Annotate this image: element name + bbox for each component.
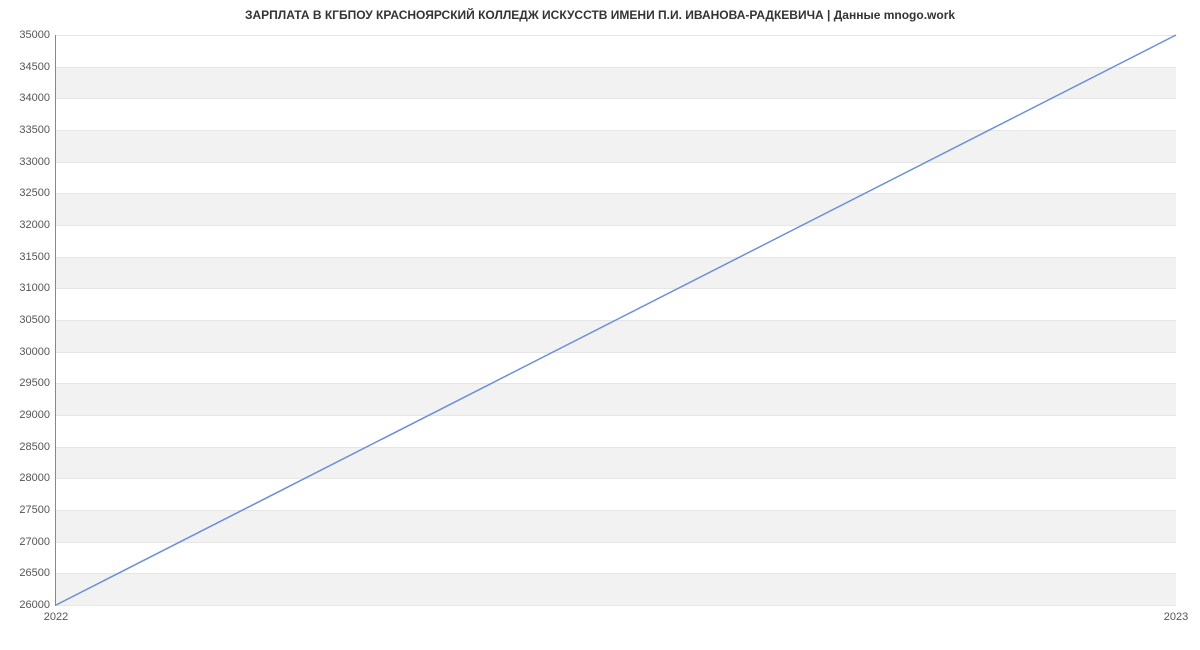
y-tick-label: 28000: [19, 472, 50, 484]
y-tick-label: 32000: [19, 219, 50, 231]
y-tick-label: 27000: [19, 536, 50, 548]
y-tick-label: 29000: [19, 409, 50, 421]
y-tick-label: 27500: [19, 504, 50, 516]
y-tick-label: 33500: [19, 124, 50, 136]
y-tick-label: 34000: [19, 92, 50, 104]
y-tick-label: 26000: [19, 599, 50, 611]
y-tick-label: 31000: [19, 282, 50, 294]
chart-title: ЗАРПЛАТА В КГБПОУ КРАСНОЯРСКИЙ КОЛЛЕДЖ И…: [0, 8, 1200, 22]
y-tick-label: 26500: [19, 567, 50, 579]
data-line: [56, 35, 1176, 605]
y-tick-label: 32500: [19, 187, 50, 199]
y-tick-label: 31500: [19, 251, 50, 263]
y-tick-label: 30000: [19, 346, 50, 358]
y-tick-label: 33000: [19, 156, 50, 168]
x-tick-label: 2023: [1164, 611, 1188, 623]
gridline: [56, 605, 1176, 606]
y-tick-label: 28500: [19, 441, 50, 453]
y-tick-label: 29500: [19, 377, 50, 389]
salary-line-chart: ЗАРПЛАТА В КГБПОУ КРАСНОЯРСКИЙ КОЛЛЕДЖ И…: [0, 0, 1200, 650]
y-tick-label: 35000: [19, 29, 50, 41]
plot-area: 2600026500270002750028000285002900029500…: [55, 35, 1176, 606]
y-tick-label: 30500: [19, 314, 50, 326]
y-tick-label: 34500: [19, 61, 50, 73]
x-tick-label: 2022: [44, 611, 68, 623]
